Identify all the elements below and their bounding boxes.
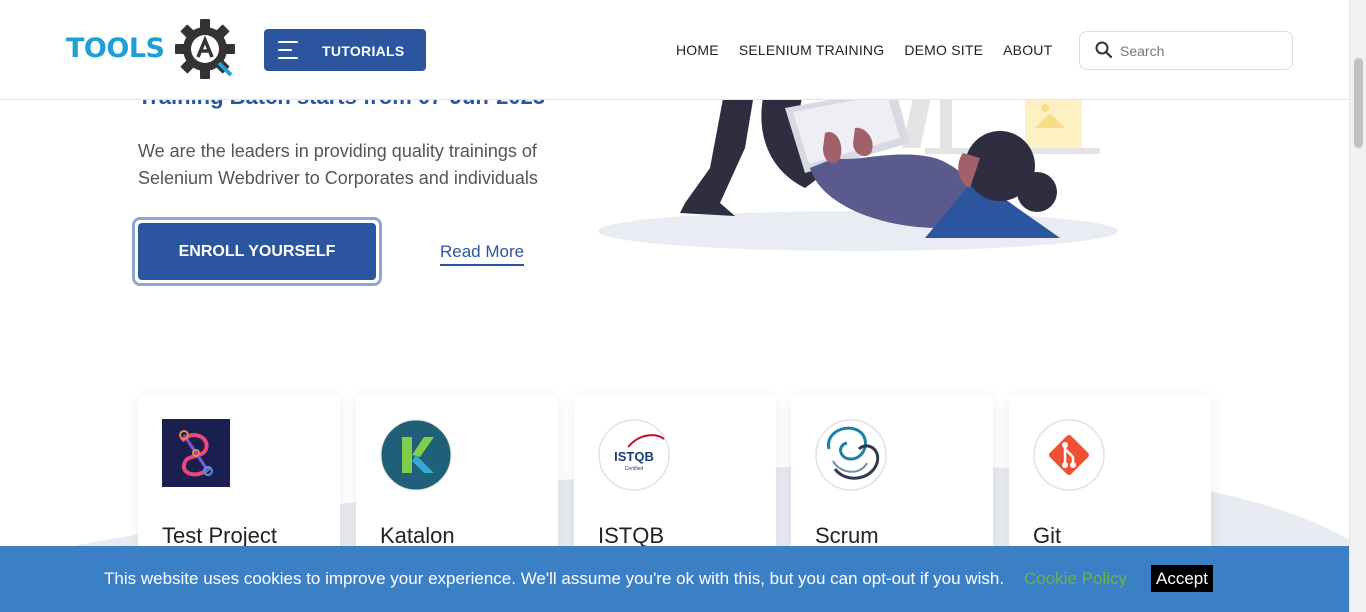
svg-text:Certified: Certified	[625, 466, 644, 472]
cookie-policy-link[interactable]: Cookie Policy	[1024, 569, 1127, 589]
enroll-button[interactable]: ENROLL YOURSELF	[138, 223, 376, 280]
scrollbar-thumb[interactable]	[1354, 58, 1363, 148]
tutorials-button[interactable]: TUTORIALS	[264, 29, 426, 71]
hero-illustration	[598, 88, 1118, 251]
testproject-logo-icon	[162, 419, 230, 487]
gear-logo-icon	[175, 19, 235, 79]
istqb-logo-icon: ISTQB Certified	[598, 419, 670, 491]
page: Training Batch starts from 07-Jun-2023 W…	[0, 0, 1349, 612]
main-nav: HOME SELENIUM TRAINING DEMO SITE ABOUT	[676, 42, 1052, 58]
tutorials-label: TUTORIALS	[322, 43, 405, 59]
accept-cookies-button[interactable]: Accept	[1151, 565, 1213, 592]
search-icon[interactable]	[1095, 41, 1113, 59]
site-header: TOOLS TUTORIALS HOME SELENIUM TRAINING D…	[0, 0, 1349, 100]
hamburger-menu-icon	[278, 41, 300, 59]
nav-item-demo-site[interactable]: DEMO SITE	[904, 42, 983, 58]
scrum-logo-icon	[815, 419, 887, 491]
hero-description: We are the leaders in providing quality …	[138, 141, 538, 188]
enroll-focus-ring: ENROLL YOURSELF	[132, 217, 382, 286]
nav-item-about[interactable]: ABOUT	[1003, 42, 1052, 58]
git-logo-icon	[1033, 419, 1105, 491]
read-more-link[interactable]: Read More	[440, 242, 525, 266]
cookie-consent-bar: This website uses cookies to improve you…	[0, 546, 1349, 612]
site-logo[interactable]: TOOLS	[66, 18, 242, 82]
nav-item-selenium-training[interactable]: SELENIUM TRAINING	[739, 42, 885, 58]
page-scrollbar[interactable]	[1349, 0, 1366, 612]
cookie-message: This website uses cookies to improve you…	[104, 569, 1005, 588]
svg-text:ISTQB: ISTQB	[614, 449, 654, 464]
nav-item-home[interactable]: HOME	[676, 42, 719, 58]
katalon-logo-icon	[380, 419, 452, 491]
search-box	[1079, 31, 1293, 70]
search-input[interactable]	[1120, 40, 1280, 62]
logo-text: TOOLS	[66, 33, 165, 64]
